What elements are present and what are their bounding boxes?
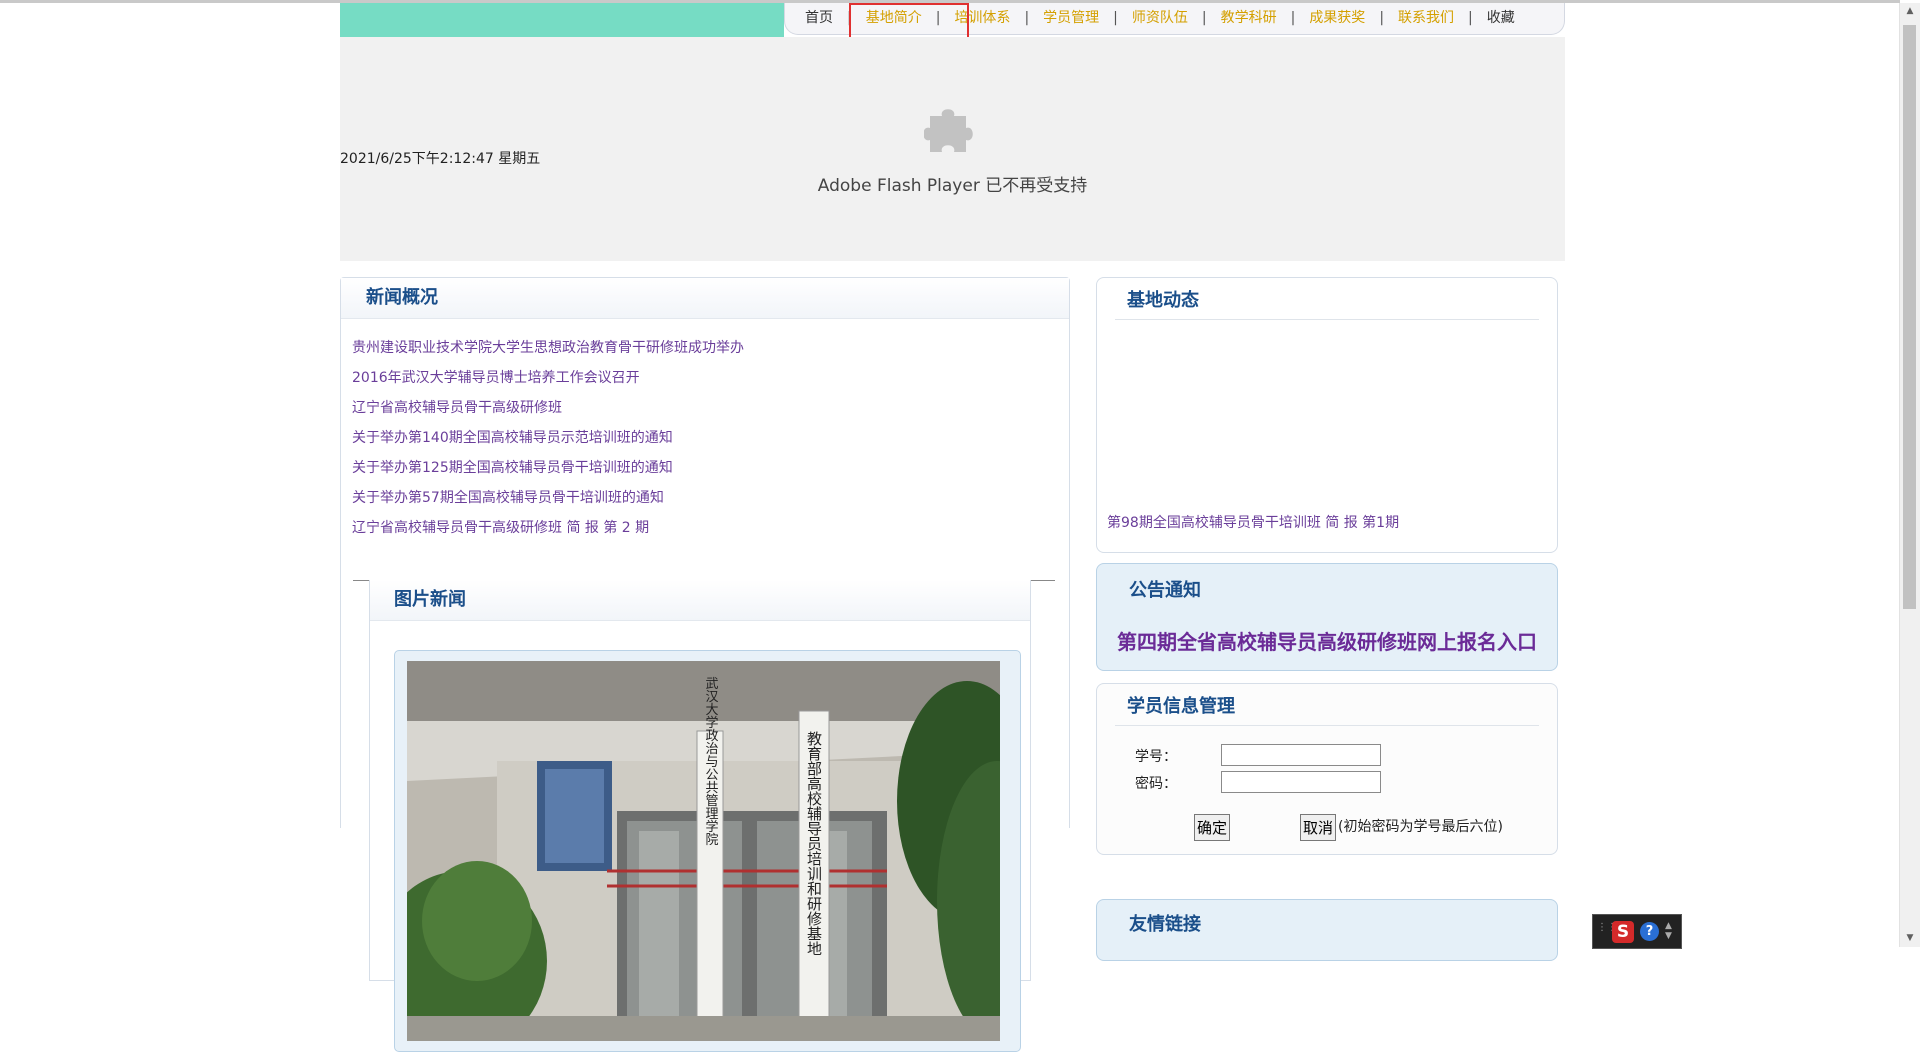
- login-header: 学员信息管理: [1115, 688, 1539, 726]
- nav-item-faculty[interactable]: 师资队伍: [1132, 3, 1188, 34]
- nav-separator: |: [1290, 10, 1296, 26]
- photo-frame: 武汉大学政治与公共管理学院 教育部高校辅导员培训和研修基地: [394, 650, 1021, 1052]
- login-title: 学员信息管理: [1127, 696, 1235, 717]
- student-id-label: 学号：: [1135, 749, 1177, 765]
- scrollbar-thumb[interactable]: [1903, 25, 1916, 609]
- base-dynamics-link[interactable]: 第98期全国高校辅导员骨干培训班 简 报 第1期: [1107, 512, 1399, 532]
- notice-registration-link[interactable]: 第四期全省高校辅导员高级研修班网上报名入口: [1117, 626, 1537, 655]
- nav-link-awards[interactable]: 成果获奖: [1309, 10, 1365, 26]
- news-title: 新闻概况: [366, 287, 438, 308]
- nav-item-home[interactable]: 首页: [805, 3, 833, 34]
- scroll-up-arrow-icon[interactable]: ▲: [1900, 3, 1920, 20]
- nav-link-students[interactable]: 学员管理: [1043, 10, 1099, 26]
- picture-news-panel: 图片新闻 武汉大学政治与公共管理学院 教育部高校辅导员培训和研修基地: [369, 580, 1031, 1052]
- header-teal-bar: [340, 3, 784, 37]
- notice-title: 公告通知: [1129, 580, 1201, 601]
- nav-item-contact[interactable]: 联系我们: [1398, 3, 1454, 34]
- friendly-links-panel: 友情链接: [1096, 899, 1558, 961]
- sogou-ime-icon[interactable]: S: [1612, 921, 1634, 943]
- flash-unsupported-message: Adobe Flash Player 已不再受支持: [817, 176, 1088, 196]
- cancel-button[interactable]: 取消: [1300, 814, 1337, 841]
- datetime-display: 2021/6/25下午2:12:47 星期五: [340, 151, 541, 167]
- nav-link-bookmark[interactable]: 收藏: [1487, 10, 1515, 26]
- nav-separator: |: [1468, 10, 1473, 26]
- plugin-puzzle-icon: [924, 109, 973, 152]
- nav-item-students[interactable]: 学员管理: [1043, 3, 1099, 34]
- scroll-down-arrow-icon[interactable]: ▼: [1900, 930, 1920, 947]
- nav-separator: |: [1201, 10, 1207, 26]
- password-hint: (初始密码为学号最后六位): [1338, 819, 1503, 835]
- help-icon[interactable]: ?: [1640, 922, 1659, 941]
- vertical-scrollbar[interactable]: ▲ ▼: [1899, 3, 1920, 947]
- nav-item-bookmark[interactable]: 收藏: [1487, 3, 1515, 34]
- nav-item-research[interactable]: 教学科研: [1221, 3, 1277, 34]
- page-container: 首页 | 基地简介 | 培训体系 | 学员管理 | 师资队伍 | 教学科研 | …: [340, 3, 1565, 1052]
- confirm-button[interactable]: 确定: [1194, 814, 1231, 841]
- sign-right-text: 教育部高校辅导员培训和研修基地: [805, 731, 823, 956]
- nav-separator: |: [1113, 10, 1118, 26]
- news-header: 新闻概况: [341, 278, 1069, 319]
- news-link[interactable]: 辽宁省高校辅导员骨干高级研修班: [352, 393, 1069, 423]
- news-link[interactable]: 贵州建设职业技术学院大学生思想政治教育骨干研修班成功举办: [352, 333, 1069, 363]
- news-link[interactable]: 2016年武汉大学辅导员博士培养工作会议召开: [352, 363, 1069, 393]
- nav-item-awards[interactable]: 成果获奖: [1309, 3, 1365, 34]
- news-link[interactable]: 关于举办第140期全国高校辅导员示范培训班的通知: [352, 423, 1069, 453]
- picture-news-title: 图片新闻: [394, 589, 466, 610]
- password-input[interactable]: [1221, 771, 1381, 793]
- ime-toolbar: ⋮⋮ S ? ▲ ▼: [1592, 914, 1682, 949]
- nav-separator: |: [1379, 10, 1385, 26]
- news-link[interactable]: 关于举办第57期全国高校辅导员骨干培训班的通知: [352, 483, 1069, 513]
- building-entrance-image: 武汉大学政治与公共管理学院 教育部高校辅导员培训和研修基地: [407, 661, 1000, 1041]
- nav-separator: |: [1024, 10, 1030, 26]
- nav-link-contact[interactable]: 联系我们: [1398, 10, 1454, 26]
- flash-banner: Adobe Flash Player 已不再受支持 2021/6/25下午2:1…: [340, 37, 1565, 261]
- base-dynamics-panel: 基地动态 第98期全国高校辅导员骨干培训班 简 报 第1期: [1096, 277, 1558, 553]
- base-dynamics-title: 基地动态: [1127, 290, 1199, 311]
- friendly-links-title: 友情链接: [1129, 914, 1201, 935]
- expand-arrows-icon[interactable]: ▲ ▼: [1665, 921, 1672, 941]
- news-link[interactable]: 辽宁省高校辅导员骨干高级研修班 简 报 第 2 期: [352, 513, 1069, 543]
- nav-link-faculty[interactable]: 师资队伍: [1132, 10, 1188, 26]
- news-list: 贵州建设职业技术学院大学生思想政治教育骨干研修班成功举办 2016年武汉大学辅导…: [341, 319, 1069, 543]
- student-login-panel: 学员信息管理 学号： 密码： 确定 取消 (初始密码为学号最后六位): [1096, 683, 1558, 855]
- nav-link-home[interactable]: 首页: [805, 10, 833, 26]
- sign-left-text: 武汉大学政治与公共管理学院: [703, 677, 719, 846]
- base-dynamics-header: 基地动态: [1115, 282, 1539, 320]
- news-photo[interactable]: 武汉大学政治与公共管理学院 教育部高校辅导员培训和研修基地: [407, 661, 1000, 1041]
- drag-grip-icon[interactable]: ⋮⋮: [1597, 923, 1617, 941]
- nav-link-research[interactable]: 教学科研: [1221, 10, 1277, 26]
- student-id-input[interactable]: [1221, 744, 1381, 766]
- notice-panel: 公告通知 第四期全省高校辅导员高级研修班网上报名入口: [1096, 563, 1558, 671]
- news-link[interactable]: 关于举办第125期全国高校辅导员骨干培训班的通知: [352, 453, 1069, 483]
- picture-news-header: 图片新闻: [370, 580, 1030, 621]
- password-label: 密码：: [1135, 776, 1177, 792]
- news-panel: 新闻概况 贵州建设职业技术学院大学生思想政治教育骨干研修班成功举办 2016年武…: [340, 277, 1070, 1052]
